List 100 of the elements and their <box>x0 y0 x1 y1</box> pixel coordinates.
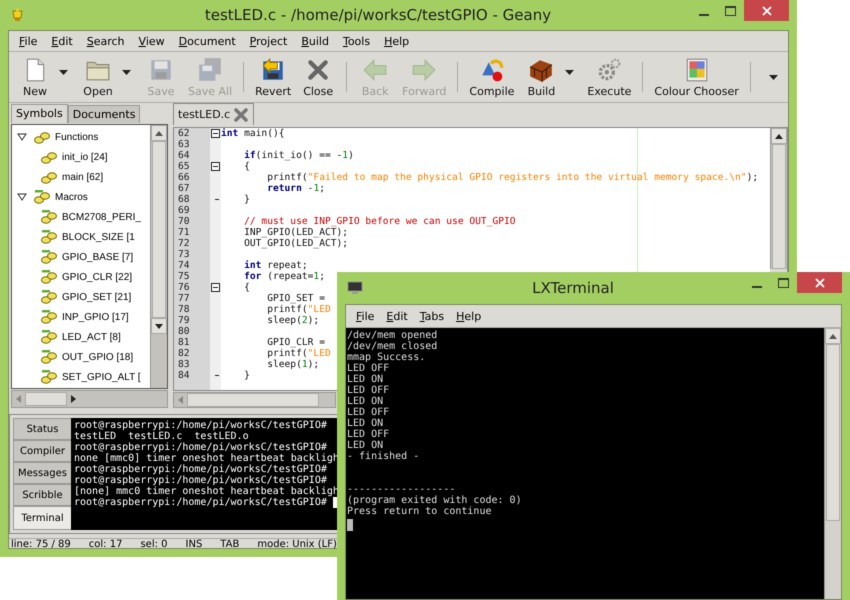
toolbar-button[interactable]: Revert <box>250 54 296 100</box>
tree-item[interactable]: Macros <box>55 192 88 202</box>
code-line: { <box>243 282 250 293</box>
status-field: line: 75 / 89 <box>11 539 71 550</box>
collapse-icon[interactable] <box>211 283 220 292</box>
code-line: OUT_GPIO(LED_ACT); <box>243 238 348 249</box>
document-tab[interactable]: testLED.c <box>173 103 254 125</box>
terminal-line: root@raspberrypi:/home/pi/worksC/testGPIO# <box>74 420 327 431</box>
status-field: TAB <box>220 539 240 550</box>
tree-item[interactable]: init_io [24] <box>62 152 108 162</box>
code-line: GPIO_CLR = <box>266 337 325 348</box>
code-line: sleep(2); <box>266 315 320 326</box>
collapse-icon[interactable] <box>211 129 220 138</box>
line-number: 66 <box>177 172 191 183</box>
function-icon <box>40 170 58 184</box>
horizontal-scrollbar[interactable] <box>173 392 336 408</box>
message-tab[interactable]: Status <box>13 418 71 440</box>
message-tab[interactable]: Messages <box>13 462 71 484</box>
horizontal-scrollbar[interactable] <box>11 390 168 408</box>
status-field: INS <box>186 539 202 550</box>
sidebar-tab[interactable]: Documents <box>68 105 140 123</box>
terminal-line: - finished - <box>347 451 420 462</box>
line-number: 81 <box>177 337 191 348</box>
line-number: 80 <box>177 326 191 337</box>
menu-item[interactable]: Help <box>456 310 482 322</box>
close-icon <box>814 278 824 288</box>
terminal-line: LED OFF <box>347 363 390 374</box>
window-title: testLED.c - /home/pi/worksC/testGPIO - Geany <box>204 6 552 24</box>
dropdown-arrow-icon[interactable] <box>122 70 131 74</box>
expander-icon[interactable] <box>17 193 27 201</box>
menu-item[interactable]: View <box>138 34 165 48</box>
collapse-icon[interactable] <box>211 162 220 171</box>
tree-item[interactable]: GPIO_BASE [7] <box>62 252 134 262</box>
line-number: 68 <box>177 194 191 205</box>
menu-item[interactable]: Help <box>384 34 410 48</box>
macro-icon <box>40 210 58 224</box>
menu-item[interactable]: Edit <box>51 34 73 48</box>
line-number: 75 <box>177 271 191 282</box>
code-line: sleep(1); <box>266 359 320 370</box>
toolbar-button[interactable]: Execute <box>582 54 636 100</box>
overflow-arrow-icon[interactable] <box>769 74 778 80</box>
menu-item[interactable]: Search <box>86 34 125 48</box>
code-line: GPIO_SET = <box>266 293 325 304</box>
toolbar-button[interactable]: Colour Chooser <box>649 54 744 100</box>
macro-icon <box>40 290 58 304</box>
toolbar-button[interactable]: New <box>13 54 57 100</box>
terminal-line: Press return to continue <box>347 506 492 517</box>
toolbar-button[interactable]: Build <box>519 54 564 100</box>
close-icon[interactable] <box>233 106 250 122</box>
tree-item[interactable]: SET_GPIO_ALT [ <box>62 372 141 382</box>
tree-item[interactable]: GPIO_SET [21] <box>62 292 132 302</box>
vertical-scrollbar[interactable] <box>150 125 167 388</box>
tree-item[interactable]: Functions <box>55 132 98 142</box>
monitor-icon <box>347 280 363 296</box>
tree-item[interactable]: LED_ACT [8] <box>62 332 121 342</box>
terminal-line: /dev/mem closed <box>347 341 438 352</box>
message-tab[interactable]: Compiler <box>13 440 71 462</box>
vertical-scrollbar[interactable] <box>824 328 841 599</box>
expander-icon[interactable] <box>17 133 27 141</box>
menu-item[interactable]: Project <box>250 34 288 48</box>
close-button[interactable] <box>744 0 789 21</box>
line-number: 65 <box>177 161 191 172</box>
line-number: 70 <box>177 216 191 227</box>
left-arrow-icon <box>362 56 388 82</box>
menu-item[interactable]: Tools <box>342 34 370 48</box>
message-tab[interactable]: Terminal <box>13 506 71 530</box>
dropdown-arrow-icon[interactable] <box>59 70 68 74</box>
gears-icon <box>596 56 622 82</box>
menu-item[interactable]: Tabs <box>420 310 444 322</box>
line-number: 79 <box>177 315 191 326</box>
line-number: 78 <box>177 304 191 315</box>
menu-item[interactable]: Edit <box>386 310 408 322</box>
menu-item[interactable]: Build <box>301 34 329 48</box>
vertical-scrollbar[interactable] <box>770 128 787 269</box>
line-number: 64 <box>177 150 191 161</box>
tree-item[interactable]: main [62] <box>62 172 104 182</box>
message-tab[interactable]: Scribble <box>13 484 71 506</box>
terminal-line: /dev/mem opened <box>347 330 438 341</box>
tree-item[interactable]: BCM2708_PERI_ <box>62 212 141 222</box>
tree-item[interactable]: OUT_GPIO [18] <box>62 352 134 362</box>
tree-item[interactable]: INP_GPIO [17] <box>62 312 129 322</box>
menu-item[interactable]: Document <box>178 34 236 48</box>
palette-icon <box>684 56 710 82</box>
toolbar-button[interactable]: Close <box>296 54 340 100</box>
dropdown-arrow-icon[interactable] <box>565 70 574 74</box>
tree-item[interactable]: BLOCK_SIZE [1 <box>62 232 135 242</box>
line-number: 77 <box>177 293 191 304</box>
line-number: 76 <box>177 282 191 293</box>
floppy-disks-icon <box>197 56 224 82</box>
line-number: 72 <box>177 238 191 249</box>
toolbar-button[interactable]: Open <box>76 54 120 100</box>
menu-item[interactable]: File <box>19 34 38 48</box>
tree-item[interactable]: GPIO_CLR [22] <box>62 272 132 282</box>
scroll-left-icon <box>178 396 183 404</box>
terminal-line: LED OFF <box>347 407 390 418</box>
sidebar-tab[interactable]: Symbols <box>11 104 68 123</box>
close-button[interactable] <box>797 272 842 293</box>
menu-item[interactable]: File <box>356 310 374 322</box>
macro-icon <box>40 350 58 364</box>
toolbar-button[interactable]: Compile <box>464 54 520 100</box>
